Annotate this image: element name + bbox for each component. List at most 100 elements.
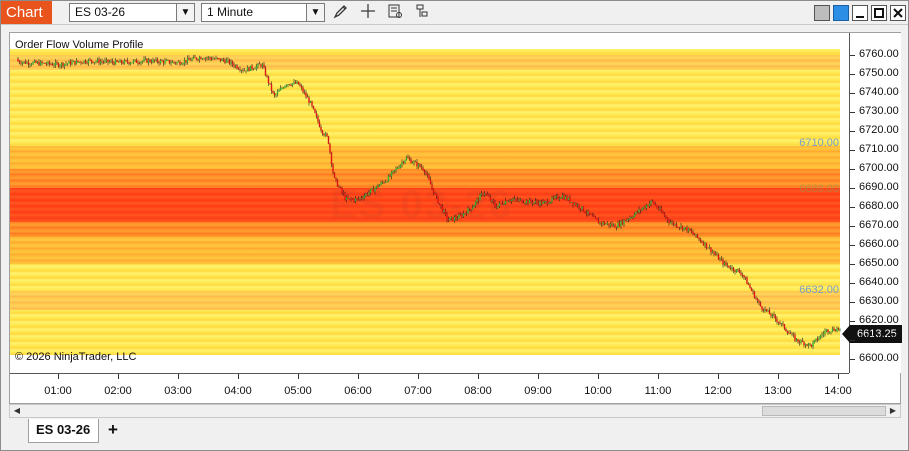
candle-body — [738, 270, 741, 273]
candle-body — [665, 216, 667, 218]
candle-body — [486, 193, 489, 196]
candle-body — [656, 205, 658, 208]
price-axis[interactable]: 6613.25 6760.00 6750.00 6740.00 6730.00 6720… — [842, 33, 902, 373]
candle-body — [534, 200, 537, 203]
candle-body — [603, 222, 606, 225]
candle-body — [531, 201, 534, 204]
candle-body — [425, 172, 427, 174]
chart-panel[interactable]: ES 03-26 Order Flow Volume Profile 6710.… — [9, 32, 902, 404]
tab-es-03-26[interactable]: ES 03-26 — [28, 419, 99, 443]
candle-body — [801, 340, 804, 342]
candle-body — [723, 262, 726, 265]
candle-body — [440, 204, 442, 207]
candle-body — [99, 61, 102, 64]
candle-body — [473, 205, 475, 208]
candle-body — [512, 199, 514, 201]
candle-body — [420, 166, 423, 168]
y-tick-label: 6620.00 — [859, 314, 899, 326]
horizontal-scrollbar[interactable]: ◀ ▶ — [9, 404, 901, 418]
candle-body — [509, 200, 511, 202]
blue-window-icon[interactable] — [833, 5, 849, 21]
candle-body — [336, 179, 339, 187]
candle-body — [536, 200, 538, 203]
candle-body — [657, 207, 660, 210]
candle-body — [549, 201, 552, 204]
candle-body — [564, 196, 567, 200]
scroll-left-icon[interactable]: ◀ — [10, 405, 24, 417]
candle-body — [629, 217, 631, 220]
pencil-icon[interactable] — [331, 3, 351, 23]
candle-body — [56, 62, 58, 64]
candle-body — [725, 262, 727, 265]
candle-body — [71, 61, 73, 65]
candle-body — [786, 331, 789, 334]
candle-body — [315, 112, 318, 117]
candle-body — [551, 197, 553, 202]
chart-tab[interactable]: Chart — [1, 1, 52, 24]
candle-body — [78, 61, 81, 63]
candle-body — [579, 208, 582, 210]
candle-body — [143, 59, 145, 62]
price-plot[interactable]: ES 03-26 Order Flow Volume Profile 6710.… — [10, 33, 849, 373]
candle-body — [722, 259, 724, 265]
candle-body — [299, 84, 301, 87]
candle-body — [510, 199, 513, 202]
candle-body — [458, 214, 460, 219]
close-icon[interactable] — [890, 5, 906, 21]
maximize-icon[interactable] — [871, 5, 887, 21]
candle-body — [396, 168, 399, 169]
candle-body — [207, 57, 210, 58]
candle-body — [141, 61, 144, 62]
candle-body — [150, 61, 153, 63]
candle-body — [662, 211, 664, 214]
scroll-right-icon[interactable]: ▶ — [886, 405, 900, 417]
candle-body — [252, 68, 255, 70]
instrument-selector[interactable]: ES 03-26 ▼ — [69, 3, 195, 22]
candle-body — [746, 277, 748, 285]
time-axis[interactable]: 01:00 02:00 03:00 04:00 05:00 06:00 07:00 08:00… — [10, 373, 852, 403]
candle-body — [716, 254, 718, 256]
candle-body — [53, 65, 55, 67]
y-tick — [850, 131, 855, 132]
gray-window-icon[interactable] — [814, 5, 830, 21]
candle-body — [435, 193, 438, 197]
candle-body — [140, 61, 142, 64]
x-tick-label: 07:00 — [404, 385, 432, 397]
candle-body — [795, 338, 798, 341]
scroll-thumb[interactable] — [762, 406, 886, 416]
candle-body — [105, 59, 108, 61]
candle-body — [182, 63, 184, 65]
candle-body — [521, 199, 523, 203]
interval-selector[interactable]: 1 Minute ▼ — [201, 3, 325, 22]
candle-body — [59, 65, 61, 67]
properties-icon[interactable] — [412, 3, 432, 23]
candle-body — [464, 213, 466, 214]
candle-body — [807, 343, 810, 346]
candle-body — [38, 61, 40, 66]
y-tick-label: 6690.00 — [859, 181, 899, 193]
candle-body — [828, 332, 831, 333]
candle-body — [597, 220, 600, 224]
candle-body — [296, 81, 298, 84]
candle-body — [726, 264, 729, 266]
candle-body — [33, 60, 36, 63]
candle-body — [399, 164, 402, 168]
candle-body — [771, 314, 774, 317]
add-tab-button[interactable]: + — [102, 421, 124, 441]
candle-body — [68, 61, 70, 64]
candle-body — [92, 61, 94, 63]
candle-body — [147, 59, 150, 63]
candle-body — [489, 196, 492, 201]
candle-body — [546, 201, 549, 205]
data-box-icon[interactable] — [385, 3, 405, 23]
y-tick — [850, 150, 855, 151]
candle-body — [602, 222, 604, 225]
candle-body — [389, 175, 391, 177]
minimize-icon[interactable] — [852, 5, 868, 21]
candle-body — [312, 105, 315, 109]
indicator-label: Order Flow Volume Profile — [15, 39, 144, 51]
y-tick — [850, 264, 855, 265]
crosshair-icon[interactable] — [358, 3, 378, 23]
candle-body — [492, 199, 495, 203]
candle-body — [132, 60, 135, 63]
